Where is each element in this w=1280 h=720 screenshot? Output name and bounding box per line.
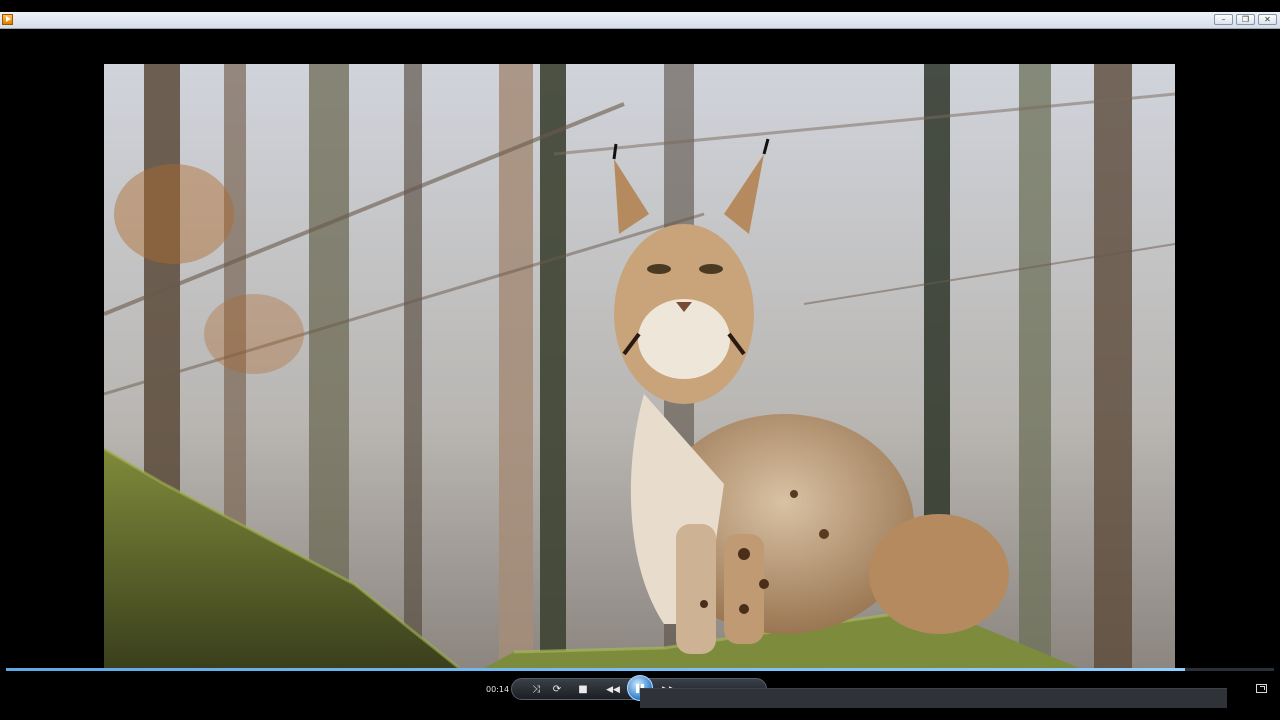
elapsed-time: 00:14 bbox=[486, 685, 510, 694]
video-still-image bbox=[104, 64, 1175, 668]
volume-tooltip-strip bbox=[640, 688, 1227, 708]
shuffle-icon: ⤨ bbox=[532, 684, 540, 695]
repeat-icon: ⟳ bbox=[552, 684, 562, 695]
seek-bar[interactable] bbox=[6, 668, 1274, 671]
title-bar: – ❐ ✕ bbox=[0, 12, 1280, 29]
restore-button[interactable]: ❐ bbox=[1236, 14, 1255, 25]
minimize-button[interactable]: – bbox=[1214, 14, 1233, 25]
close-icon: ✕ bbox=[1264, 15, 1271, 24]
player-controls: 00:14 ⤨ ⟳ ■ ◀◀ ▶▶ bbox=[0, 672, 1280, 720]
fullscreen-button[interactable] bbox=[1256, 684, 1267, 693]
previous-button[interactable]: ◀◀ bbox=[601, 682, 625, 698]
previous-icon: ◀◀ bbox=[606, 685, 620, 695]
video-frame-lynx[interactable] bbox=[104, 64, 1175, 668]
close-button[interactable]: ✕ bbox=[1258, 14, 1277, 25]
stop-button[interactable]: ■ bbox=[575, 682, 591, 698]
shuffle-button[interactable]: ⤨ bbox=[528, 682, 544, 698]
media-player-app-icon[interactable] bbox=[2, 14, 13, 25]
repeat-button[interactable]: ⟳ bbox=[549, 682, 565, 698]
restore-icon: ❐ bbox=[1241, 15, 1250, 24]
seek-progress-fill bbox=[6, 668, 1186, 671]
minimize-icon: – bbox=[1221, 15, 1226, 24]
stop-icon: ■ bbox=[578, 684, 588, 695]
